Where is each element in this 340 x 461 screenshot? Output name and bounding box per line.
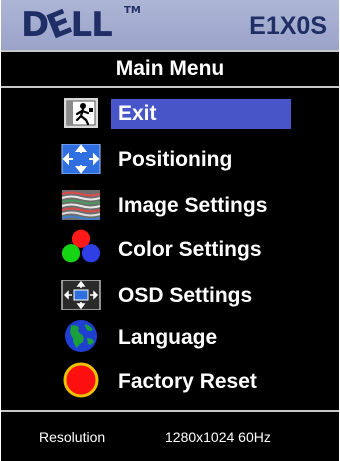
- menu-title: Main Menu: [115, 57, 225, 80]
- menu-item-label: Exit: [118, 102, 157, 125]
- exit-icon: [61, 98, 101, 128]
- title-bar: Main Menu: [1, 52, 339, 86]
- resolution-value: 1280x1024 60Hz: [165, 429, 271, 445]
- trademark-mark: TM: [124, 5, 141, 16]
- menu-item-label-box: Language: [111, 323, 291, 353]
- factory-reset-icon: [61, 362, 101, 397]
- menu-item-label-box: Exit: [111, 99, 291, 129]
- menu-item-label: Color Settings: [118, 238, 262, 261]
- menu-item-label: Image Settings: [118, 194, 268, 217]
- image-settings-icon: [61, 190, 101, 220]
- menu-item-label-box: Color Settings: [111, 235, 291, 265]
- menu-item-language[interactable]: Language: [61, 319, 297, 353]
- positioning-icon: [61, 144, 101, 174]
- osd-window: DELL TM E1X0S Main Menu Exit Positioning…: [1, 0, 339, 461]
- menu-item-label-box: Factory Reset: [111, 367, 291, 397]
- menu-item-label: OSD Settings: [118, 284, 253, 307]
- menu-item-label: Positioning: [118, 148, 233, 171]
- menu-item-osd-settings[interactable]: OSD Settings: [61, 279, 297, 311]
- menu-item-positioning[interactable]: Positioning: [61, 143, 297, 175]
- osd-settings-icon: [61, 280, 101, 310]
- divider: [1, 86, 339, 88]
- menu-item-label: Language: [118, 326, 218, 349]
- menu-item-color-settings[interactable]: Color Settings: [61, 229, 297, 265]
- color-settings-icon: [61, 229, 101, 264]
- menu-item-exit[interactable]: Exit: [61, 97, 297, 129]
- model-name: E1X0S: [249, 12, 327, 40]
- globe-icon: [61, 319, 101, 352]
- dell-logo: DELL TM: [21, 2, 141, 48]
- status-footer: Resolution 1280x1024 60Hz: [1, 412, 339, 461]
- resolution-label: Resolution: [39, 429, 106, 445]
- menu-item-label: Factory Reset: [118, 370, 257, 393]
- menu-item-label-box: OSD Settings: [111, 281, 291, 311]
- menu-item-image-settings[interactable]: Image Settings: [61, 189, 297, 221]
- menu-item-factory-reset[interactable]: Factory Reset: [61, 362, 297, 397]
- menu-item-label-box: Image Settings: [111, 191, 291, 221]
- menu-item-label-box: Positioning: [111, 145, 291, 175]
- osd-header: DELL TM E1X0S: [1, 0, 339, 50]
